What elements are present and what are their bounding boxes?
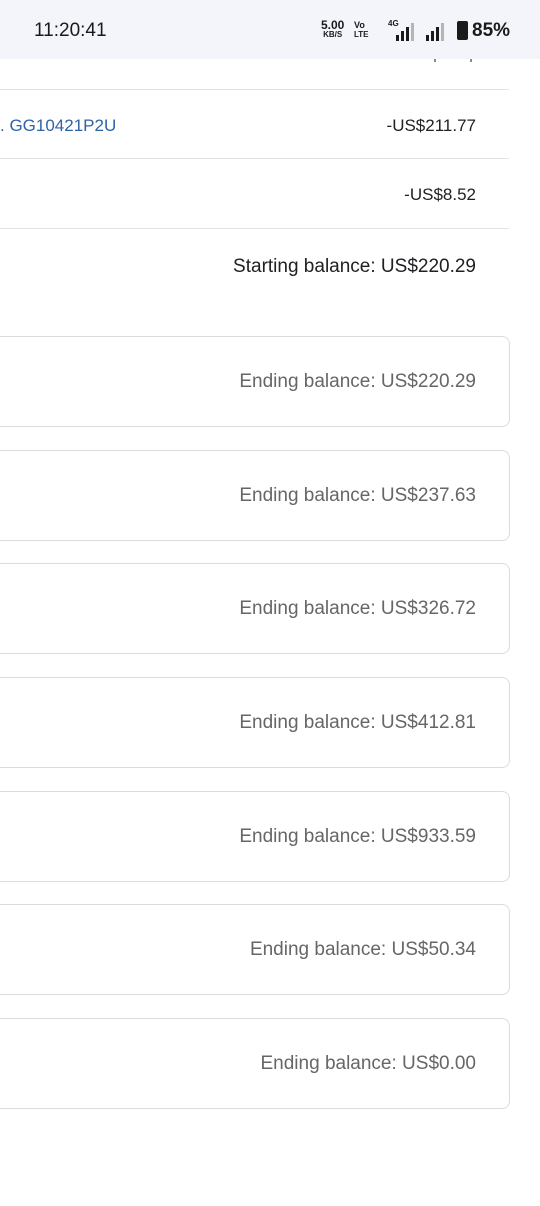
signal-sim2-icon [424,19,450,41]
lte-label: LTE [354,30,369,39]
clipped-text-remnant [434,59,474,63]
statement-card[interactable]: Ending balance: US$326.72 [0,563,510,654]
statement-card[interactable]: Ending balance: US$237.63 [0,450,510,541]
transaction-reference-link[interactable]: . GG10421P2U [0,116,116,136]
network-speed-unit: KB/S [323,30,343,39]
ending-balance: Ending balance: US$412.81 [239,712,476,733]
statement-card[interactable]: Ending balance: US$412.81 [0,677,510,768]
signal-4g-icon: 4G [388,19,418,41]
row-divider [0,228,509,229]
row-divider [0,158,509,159]
status-time: 11:20:41 [34,20,107,41]
battery-icon [457,21,468,40]
statement-card[interactable]: Ending balance: US$0.00 [0,1018,510,1109]
network-speed-indicator: 5.00 KB/S [321,18,345,40]
signal-bar [401,31,404,41]
statement-card[interactable]: Ending balance: US$933.59 [0,791,510,882]
signal-bar [406,27,409,41]
ending-balance: Ending balance: US$50.34 [249,939,476,960]
volte-icon: Vo LTE [354,20,369,40]
ending-balance: Ending balance: US$237.63 [239,485,476,506]
statement-card[interactable]: Ending balance: US$50.34 [0,904,510,995]
volte-label: Vo [354,20,365,30]
ending-balance: Ending balance: US$933.59 [239,826,476,847]
ending-balance: Ending balance: US$326.72 [239,598,476,619]
signal-bar [431,31,434,41]
signal-bar [411,23,414,41]
transaction-amount: -US$8.52 [404,185,476,204]
ending-balance: Ending balance: US$0.00 [260,1053,477,1074]
statement-card[interactable]: Ending balance: US$220.29 [0,336,510,427]
row-divider [0,89,509,90]
signal-bar [396,35,399,41]
transaction-amount: -US$211.77 [386,116,476,135]
signal-bar [441,23,444,41]
status-bar: 11:20:41 5.00 KB/S Vo LTE 4G 85% [0,0,540,59]
network-speed-value: 5.00 [321,18,345,32]
signal-bar [436,27,439,41]
battery-percentage: 85% [472,20,511,41]
starting-balance: Starting balance: US$220.29 [233,256,476,277]
ending-balance: Ending balance: US$220.29 [239,371,476,392]
signal-bar [426,35,429,41]
network-type-label: 4G [388,19,399,28]
